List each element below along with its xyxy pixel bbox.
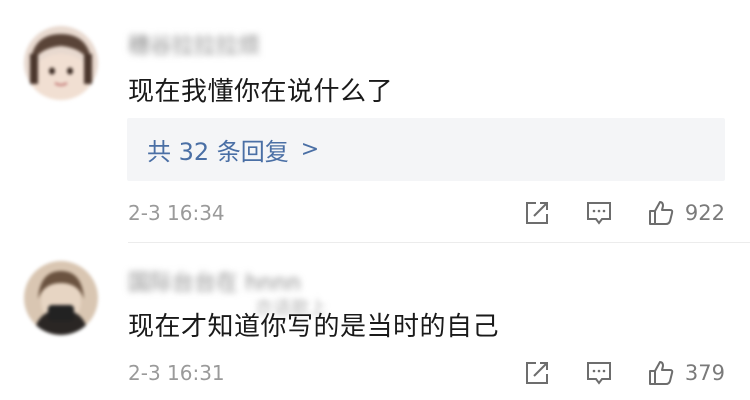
reply-count-label: 共 32 条回复	[147, 138, 289, 166]
comment-text: 现在才知道你写的是当时的自己	[128, 312, 500, 342]
comment-icon	[585, 359, 613, 387]
like-count: 922	[684, 201, 725, 225]
view-replies-button[interactable]: 共 32 条回复 >	[127, 118, 725, 181]
share-icon	[523, 199, 551, 227]
share-button[interactable]	[523, 199, 551, 227]
avatar[interactable]	[24, 26, 98, 100]
like-button[interactable]: 922	[647, 199, 725, 227]
like-button[interactable]: 379	[647, 359, 725, 387]
timestamp: 2-3 16:34	[128, 201, 225, 225]
like-icon	[647, 359, 675, 387]
comment-button[interactable]	[585, 359, 613, 387]
like-count: 379	[684, 361, 725, 385]
comment-item: 穗谷拉拉拉烦 现在我懂你在说什么了 共 32 条回复 > 2-3 16:34 9…	[0, 0, 750, 243]
username[interactable]: 国际台台在 hnnn	[128, 265, 301, 297]
action-bar: 379	[523, 359, 725, 387]
timestamp: 2-3 16:31	[128, 361, 225, 385]
divider	[128, 242, 750, 243]
action-bar: 922	[523, 199, 725, 227]
share-button[interactable]	[523, 359, 551, 387]
comment-footer: 2-3 16:34 922	[128, 198, 725, 228]
comment-icon	[585, 199, 613, 227]
like-icon	[647, 199, 675, 227]
comment-footer: 2-3 16:31 379	[128, 358, 725, 388]
comment-text: 现在我懂你在说什么了	[128, 77, 394, 107]
username[interactable]: 穗谷拉拉拉烦	[128, 28, 260, 60]
comment-item: 国际台台在 hnnn 亦语歌上 现在才知道你写的是当时的自己 2-3 16:31	[0, 244, 750, 400]
share-icon	[523, 359, 551, 387]
comment-button[interactable]	[585, 199, 613, 227]
chevron-right-icon: >	[300, 137, 320, 162]
avatar[interactable]	[24, 261, 98, 335]
